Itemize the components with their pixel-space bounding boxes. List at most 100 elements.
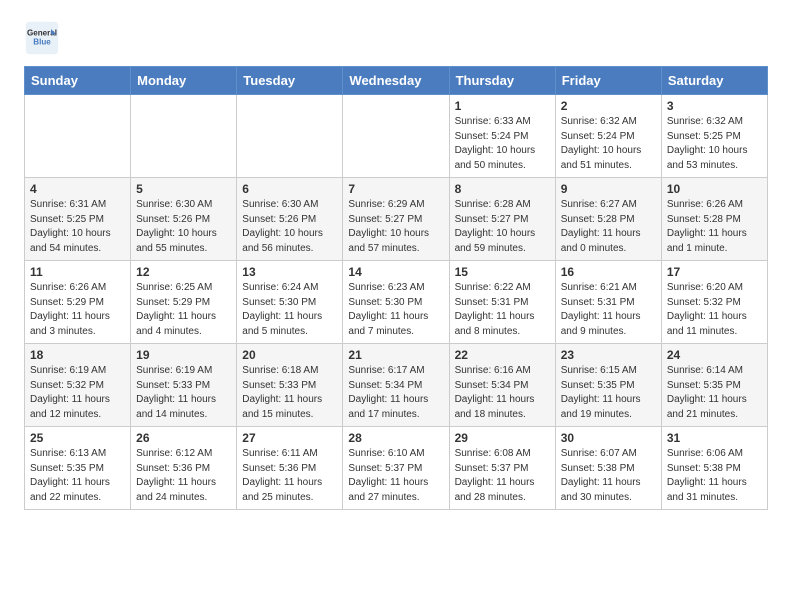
logo-icon: General Blue (24, 20, 60, 56)
day-number: 6 (242, 182, 337, 196)
weekday-header-row: SundayMondayTuesdayWednesdayThursdayFrid… (25, 67, 768, 95)
calendar-cell: 10Sunrise: 6:26 AMSunset: 5:28 PMDayligh… (661, 178, 767, 261)
day-info: Sunrise: 6:13 AMSunset: 5:35 PMDaylight:… (30, 447, 125, 505)
week-row-1: 1 Sunrise: 6:33 AMSunset: 5:24 PMDaylight… (25, 95, 768, 178)
calendar-cell: 11 Sunrise: 6:26 AMSunset: 5:29 PMDayligh… (25, 261, 131, 344)
day-info: Sunrise: 6:17 AMSunset: 5:34 PMDaylight:… (348, 364, 443, 422)
day-info: Sunrise: 6:28 AMSunset: 5:27 PMDaylight:… (455, 198, 550, 256)
calendar-cell: 19 Sunrise: 6:19 AMSunset: 5:33 PMDayligh… (131, 344, 237, 427)
day-number: 9 (561, 182, 656, 196)
svg-text:Blue: Blue (33, 37, 51, 46)
calendar-table: SundayMondayTuesdayWednesdayThursdayFrid… (24, 66, 768, 510)
day-info: Sunrise: 6:11 AMSunset: 5:36 PMDaylight:… (242, 447, 337, 505)
calendar-cell: 28Sunrise: 6:10 AMSunset: 5:37 PMDayligh… (343, 427, 449, 510)
calendar-cell: 26 Sunrise: 6:12 AMSunset: 5:36 PMDayligh… (131, 427, 237, 510)
calendar-cell: 20 Sunrise: 6:18 AMSunset: 5:33 PMDayligh… (237, 344, 343, 427)
calendar-cell: 24 Sunrise: 6:14 AMSunset: 5:35 PMDayligh… (661, 344, 767, 427)
calendar-cell: 13 Sunrise: 6:24 AMSunset: 5:30 PMDayligh… (237, 261, 343, 344)
calendar-cell: 18 Sunrise: 6:19 AMSunset: 5:32 PMDayligh… (25, 344, 131, 427)
day-number: 10 (667, 182, 762, 196)
calendar-cell: 23Sunrise: 6:15 AMSunset: 5:35 PMDayligh… (555, 344, 661, 427)
day-number: 8 (455, 182, 550, 196)
weekday-header-monday: Monday (131, 67, 237, 95)
week-row-2: 4 Sunrise: 6:31 AMSunset: 5:25 PMDaylight… (25, 178, 768, 261)
calendar-cell: 6 Sunrise: 6:30 AMSunset: 5:26 PMDaylight… (237, 178, 343, 261)
day-number: 31 (667, 431, 762, 445)
day-info: Sunrise: 6:07 AMSunset: 5:38 PMDaylight:… (561, 447, 656, 505)
day-number: 25 (30, 431, 125, 445)
day-info: Sunrise: 6:14 AMSunset: 5:35 PMDaylight:… (667, 364, 762, 422)
day-number: 5 (136, 182, 231, 196)
day-info: Sunrise: 6:12 AMSunset: 5:36 PMDaylight:… (136, 447, 231, 505)
day-info: Sunrise: 6:21 AMSunset: 5:31 PMDaylight:… (561, 281, 656, 339)
day-number: 30 (561, 431, 656, 445)
calendar-cell (25, 95, 131, 178)
calendar-cell: 1 Sunrise: 6:33 AMSunset: 5:24 PMDaylight… (449, 95, 555, 178)
calendar-cell (237, 95, 343, 178)
calendar-cell (131, 95, 237, 178)
calendar-cell: 21 Sunrise: 6:17 AMSunset: 5:34 PMDayligh… (343, 344, 449, 427)
calendar-cell: 7 Sunrise: 6:29 AMSunset: 5:27 PMDaylight… (343, 178, 449, 261)
day-number: 1 (455, 99, 550, 113)
day-info: Sunrise: 6:18 AMSunset: 5:33 PMDaylight:… (242, 364, 337, 422)
calendar-cell: 29Sunrise: 6:08 AMSunset: 5:37 PMDayligh… (449, 427, 555, 510)
day-info: Sunrise: 6:15 AMSunset: 5:35 PMDaylight:… (561, 364, 656, 422)
calendar-cell: 27 Sunrise: 6:11 AMSunset: 5:36 PMDayligh… (237, 427, 343, 510)
day-info: Sunrise: 6:31 AMSunset: 5:25 PMDaylight:… (30, 198, 125, 256)
weekday-header-thursday: Thursday (449, 67, 555, 95)
day-info: Sunrise: 6:16 AMSunset: 5:34 PMDaylight:… (455, 364, 550, 422)
day-number: 2 (561, 99, 656, 113)
day-number: 11 (30, 265, 125, 279)
day-info: Sunrise: 6:30 AMSunset: 5:26 PMDaylight:… (242, 198, 337, 256)
weekday-header-tuesday: Tuesday (237, 67, 343, 95)
weekday-header-wednesday: Wednesday (343, 67, 449, 95)
calendar-cell: 17 Sunrise: 6:20 AMSunset: 5:32 PMDayligh… (661, 261, 767, 344)
calendar-cell: 3 Sunrise: 6:32 AMSunset: 5:25 PMDaylight… (661, 95, 767, 178)
calendar-cell (343, 95, 449, 178)
day-number: 12 (136, 265, 231, 279)
day-number: 18 (30, 348, 125, 362)
day-info: Sunrise: 6:29 AMSunset: 5:27 PMDaylight:… (348, 198, 443, 256)
day-number: 20 (242, 348, 337, 362)
day-number: 27 (242, 431, 337, 445)
day-number: 28 (348, 431, 443, 445)
calendar-cell: 12Sunrise: 6:25 AMSunset: 5:29 PMDayligh… (131, 261, 237, 344)
day-info: Sunrise: 6:24 AMSunset: 5:30 PMDaylight:… (242, 281, 337, 339)
day-number: 3 (667, 99, 762, 113)
day-info: Sunrise: 6:19 AMSunset: 5:32 PMDaylight:… (30, 364, 125, 422)
day-info: Sunrise: 6:22 AMSunset: 5:31 PMDaylight:… (455, 281, 550, 339)
calendar-cell: 15Sunrise: 6:22 AMSunset: 5:31 PMDayligh… (449, 261, 555, 344)
day-info: Sunrise: 6:19 AMSunset: 5:33 PMDaylight:… (136, 364, 231, 422)
calendar-cell: 22 Sunrise: 6:16 AMSunset: 5:34 PMDayligh… (449, 344, 555, 427)
calendar-cell: 5Sunrise: 6:30 AMSunset: 5:26 PMDaylight… (131, 178, 237, 261)
day-info: Sunrise: 6:06 AMSunset: 5:38 PMDaylight:… (667, 447, 762, 505)
day-number: 19 (136, 348, 231, 362)
day-number: 4 (30, 182, 125, 196)
logo: General Blue (24, 20, 62, 56)
day-number: 22 (455, 348, 550, 362)
page-header: General Blue (24, 20, 768, 56)
day-number: 21 (348, 348, 443, 362)
calendar-cell: 2 Sunrise: 6:32 AMSunset: 5:24 PMDaylight… (555, 95, 661, 178)
day-number: 24 (667, 348, 762, 362)
weekday-header-sunday: Sunday (25, 67, 131, 95)
weekday-header-saturday: Saturday (661, 67, 767, 95)
calendar-cell: 30 Sunrise: 6:07 AMSunset: 5:38 PMDayligh… (555, 427, 661, 510)
day-number: 17 (667, 265, 762, 279)
calendar-cell: 14Sunrise: 6:23 AMSunset: 5:30 PMDayligh… (343, 261, 449, 344)
day-number: 7 (348, 182, 443, 196)
week-row-4: 18 Sunrise: 6:19 AMSunset: 5:32 PMDayligh… (25, 344, 768, 427)
day-info: Sunrise: 6:32 AMSunset: 5:24 PMDaylight:… (561, 115, 656, 173)
day-info: Sunrise: 6:33 AMSunset: 5:24 PMDaylight:… (455, 115, 550, 173)
day-info: Sunrise: 6:26 AMSunset: 5:29 PMDaylight:… (30, 281, 125, 339)
weekday-header-friday: Friday (555, 67, 661, 95)
day-info: Sunrise: 6:08 AMSunset: 5:37 PMDaylight:… (455, 447, 550, 505)
day-number: 13 (242, 265, 337, 279)
day-info: Sunrise: 6:32 AMSunset: 5:25 PMDaylight:… (667, 115, 762, 173)
calendar-cell: 9Sunrise: 6:27 AMSunset: 5:28 PMDaylight… (555, 178, 661, 261)
day-number: 16 (561, 265, 656, 279)
week-row-5: 25 Sunrise: 6:13 AMSunset: 5:35 PMDayligh… (25, 427, 768, 510)
day-number: 26 (136, 431, 231, 445)
day-info: Sunrise: 6:20 AMSunset: 5:32 PMDaylight:… (667, 281, 762, 339)
day-number: 14 (348, 265, 443, 279)
